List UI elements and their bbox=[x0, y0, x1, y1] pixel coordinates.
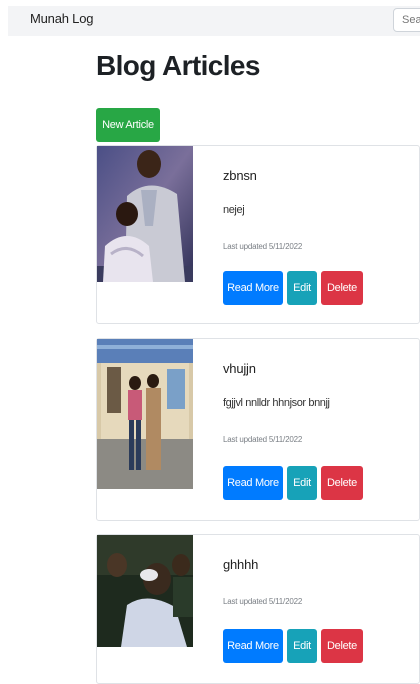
article-card: vhujjn fgjjvl nnlldr hhnjsor bnnjj Last … bbox=[96, 338, 420, 521]
article-body: nejej bbox=[223, 204, 245, 216]
article-image bbox=[97, 339, 193, 489]
delete-button[interactable]: Delete bbox=[321, 271, 363, 305]
read-more-button[interactable]: Read More bbox=[223, 271, 283, 305]
read-more-button[interactable]: Read More bbox=[223, 629, 283, 663]
brand-logo[interactable]: Munah Log bbox=[30, 11, 93, 26]
article-title[interactable]: ghhhh bbox=[223, 557, 258, 572]
article-updated: Last updated 5/11/2022 bbox=[223, 435, 303, 444]
edit-button[interactable]: Edit bbox=[287, 466, 317, 500]
top-navbar: Munah Log Search bbox=[8, 6, 420, 36]
article-body: fgjjvl nnlldr hhnjsor bnnjj bbox=[223, 397, 330, 409]
edit-button[interactable]: Edit bbox=[287, 629, 317, 663]
article-updated: Last updated 5/11/2022 bbox=[223, 597, 303, 606]
article-title[interactable]: vhujjn bbox=[223, 361, 256, 376]
search-input[interactable]: Search bbox=[393, 8, 420, 32]
page-title: Blog Articles bbox=[96, 50, 260, 81]
delete-button[interactable]: Delete bbox=[321, 466, 363, 500]
article-title[interactable]: zbnsn bbox=[223, 168, 257, 183]
edit-button[interactable]: Edit bbox=[287, 271, 317, 305]
article-image bbox=[97, 146, 193, 282]
article-card: zbnsn nejej Last updated 5/11/2022 Read … bbox=[96, 145, 420, 324]
read-more-button[interactable]: Read More bbox=[223, 466, 283, 500]
delete-button[interactable]: Delete bbox=[321, 629, 363, 663]
new-article-button[interactable]: New Article bbox=[96, 108, 160, 142]
article-card: ghhhh Last updated 5/11/2022 Read More E… bbox=[96, 534, 420, 684]
article-updated: Last updated 5/11/2022 bbox=[223, 242, 303, 251]
article-image bbox=[97, 535, 193, 647]
